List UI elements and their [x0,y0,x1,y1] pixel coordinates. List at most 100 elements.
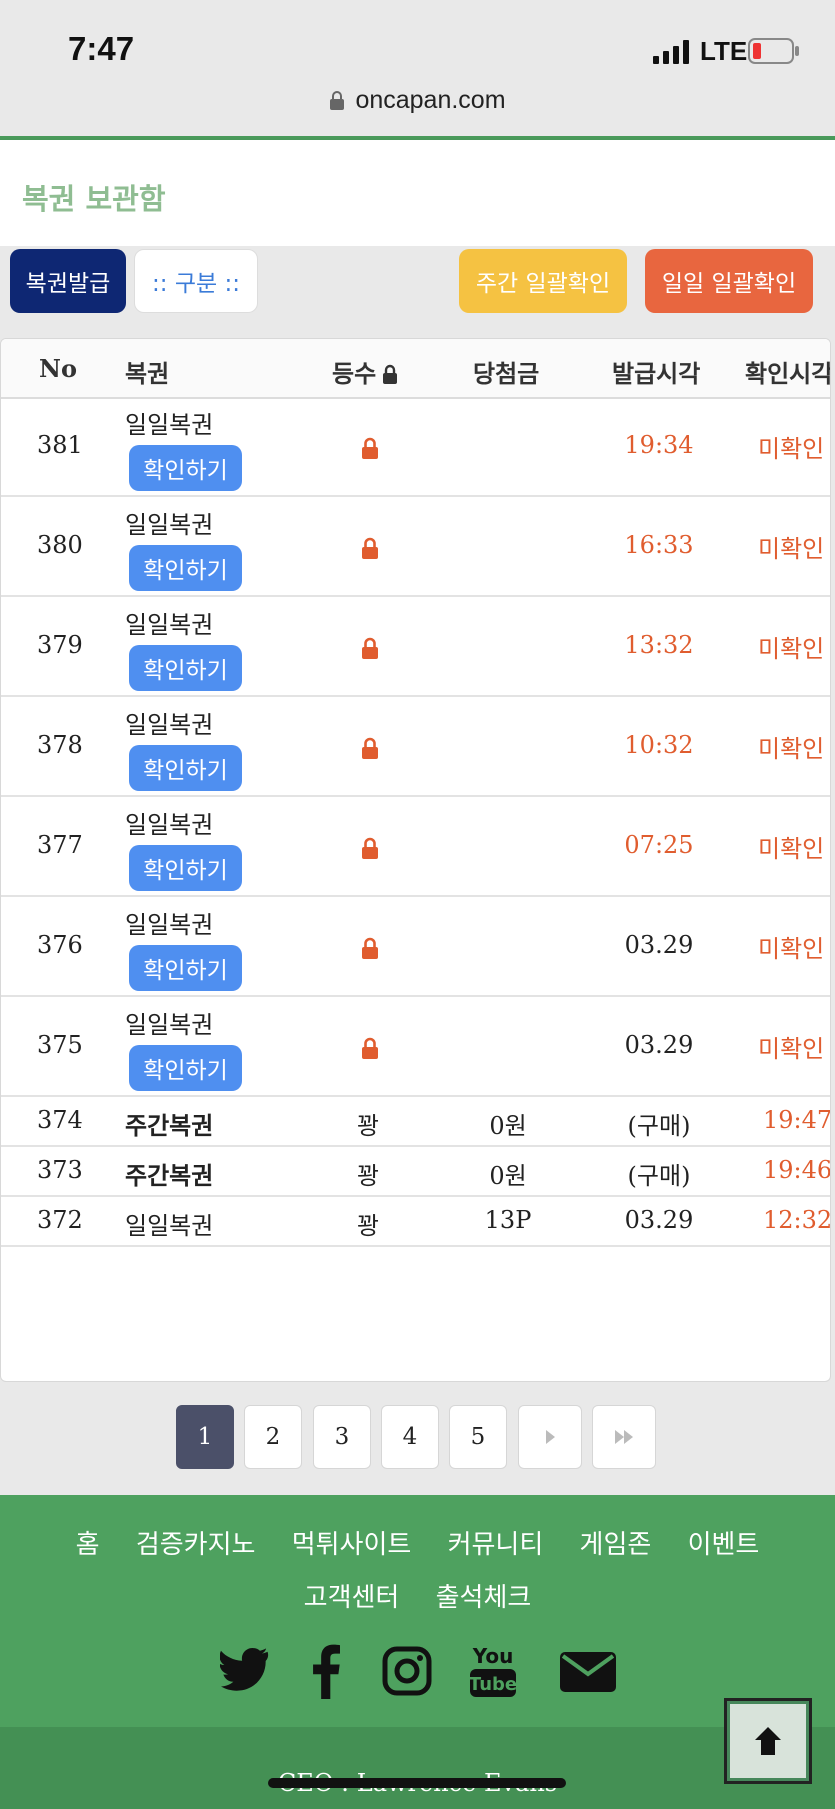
confirm-button[interactable]: 확인하기 [129,445,242,491]
page-4-button[interactable]: 4 [381,1405,439,1469]
page-3-button[interactable]: 3 [313,1405,371,1469]
checked-time: 12:32 [763,1206,831,1234]
row-number: 379 [37,631,83,659]
last-page-icon [615,1430,633,1444]
prize-value: 0원 [489,1162,527,1190]
header-prize: 당첨금 [473,360,540,388]
next-arrow-icon [546,1430,555,1444]
instagram-icon[interactable] [382,1643,432,1699]
lottery-table: No 복권 등수 당첨금 발급시각 확인시각 381 일일복권 확인하기 19:34 미… [0,338,831,1382]
footer-link-community[interactable]: 커뮤니티 [448,1530,544,1560]
checked-status: 미확인 [758,635,825,663]
header-issued-time: 발급시각 [612,360,701,388]
youtube-icon[interactable]: You Tube [470,1643,516,1699]
issued-time: 07:25 [624,831,694,859]
table-row: 378 일일복권 확인하기 10:32 미확인 [1,697,830,797]
footer-link-scam-sites[interactable]: 먹튀사이트 [292,1530,412,1560]
locked-rank-icon [362,837,378,859]
footer-link-attendance[interactable]: 출석체크 [436,1583,532,1613]
table-row: 374 주간복권 꽝 0원 (구매) 19:47 [1,1097,830,1147]
row-number: 375 [37,1031,83,1059]
row-number: 377 [37,831,83,859]
lottery-name: 일일복권 [125,911,214,939]
confirm-button[interactable]: 확인하기 [129,845,242,891]
confirm-button[interactable]: 확인하기 [129,945,242,991]
lock-icon [383,364,398,384]
locked-rank-icon [362,537,378,559]
table-row: 373 주간복권 꽝 0원 (구매) 19:46 [1,1147,830,1197]
scroll-to-top-inner [730,1704,806,1778]
row-number: 381 [37,431,83,459]
confirm-button[interactable]: 확인하기 [129,545,242,591]
header-lottery: 복권 [125,360,170,388]
table-row: 376 일일복권 확인하기 03.29 미확인 [1,897,830,997]
checked-status: 미확인 [758,835,825,863]
lottery-name: 일일복권 [125,1212,214,1240]
locked-rank-icon [362,437,378,459]
rank-value: 꽝 [356,1112,380,1140]
footer-link-home[interactable]: 홈 [76,1530,100,1560]
table-row: 372 일일복권 꽝 13P 03.29 12:32 [1,1197,831,1247]
table-row: 380 일일복권 확인하기 16:33 미확인 [1,497,830,597]
lottery-name: 일일복권 [125,1011,214,1039]
footer-link-game-zone[interactable]: 게임존 [580,1530,652,1560]
page-2-button[interactable]: 2 [244,1405,302,1469]
locked-rank-icon [362,937,378,959]
arrow-up-icon [755,1727,781,1755]
prize-value: 0원 [489,1112,527,1140]
facebook-icon[interactable] [310,1643,342,1699]
footer-link-events[interactable]: 이벤트 [688,1530,760,1560]
page-header: 복권 보관함 [0,140,835,246]
issue-lottery-button[interactable]: 복권발급 [10,249,126,313]
network-label: LTE [700,36,748,66]
footer-link-verified-casino[interactable]: 검증카지노 [136,1530,256,1560]
lottery-name: 일일복권 [125,511,214,539]
issued-time: 13:32 [624,631,694,659]
category-filter-select[interactable]: :: 구분 :: [134,249,258,313]
page-1-button[interactable]: 1 [176,1405,234,1469]
scroll-to-top-button[interactable] [724,1698,812,1784]
home-indicator [268,1778,566,1788]
page-5-button[interactable]: 5 [449,1405,507,1469]
checked-status: 미확인 [758,935,825,963]
row-number: 372 [37,1206,83,1234]
svg-text:Tube: Tube [470,1674,516,1695]
locked-rank-icon [362,737,378,759]
lottery-name: 일일복권 [125,611,214,639]
prize-value: 13P [484,1206,532,1234]
signal-icon [653,40,689,64]
table-row: 377 일일복권 확인하기 07:25 미확인 [1,797,830,897]
rank-value: 꽝 [356,1212,380,1240]
header-rank-label: 등수 [332,360,377,388]
header-no: No [39,354,77,383]
issued-time: 03.29 [624,1031,694,1059]
header-checked-time: 확인시각 [745,360,831,388]
footer: 홈 검증카지노 먹튀사이트 커뮤니티 게임존 이벤트 고객센터 출석체크 You… [0,1495,835,1727]
page-title: 복권 보관함 [22,182,166,216]
twitter-icon[interactable] [220,1643,270,1699]
next-page-button[interactable] [518,1405,582,1469]
weekly-bulk-check-button[interactable]: 주간 일괄확인 [459,249,627,313]
issued-time: (구매) [627,1112,691,1140]
issued-time: 03.29 [624,931,694,959]
issued-time: 16:33 [624,531,694,559]
issued-time: 10:32 [624,731,694,759]
table-row: 375 일일복권 확인하기 03.29 미확인 [1,997,830,1097]
confirm-button[interactable]: 확인하기 [129,745,242,791]
daily-bulk-check-button[interactable]: 일일 일괄확인 [645,249,813,313]
locked-rank-icon [362,1037,378,1059]
address-bar[interactable]: oncapan.com [0,86,835,115]
lottery-name: 일일복권 [125,411,214,439]
footer-link-support[interactable]: 고객센터 [304,1583,400,1613]
row-number: 380 [37,531,83,559]
status-bar: 7:47 LTE [0,0,835,138]
row-number: 373 [37,1156,83,1184]
svg-text:You: You [472,1644,514,1668]
confirm-button[interactable]: 확인하기 [129,1045,242,1091]
confirm-button[interactable]: 확인하기 [129,645,242,691]
battery-icon [748,38,799,64]
mail-icon[interactable] [560,1643,616,1699]
url-text: oncapan.com [355,86,506,114]
last-page-button[interactable] [592,1405,656,1469]
status-time: 7:47 [68,30,135,67]
